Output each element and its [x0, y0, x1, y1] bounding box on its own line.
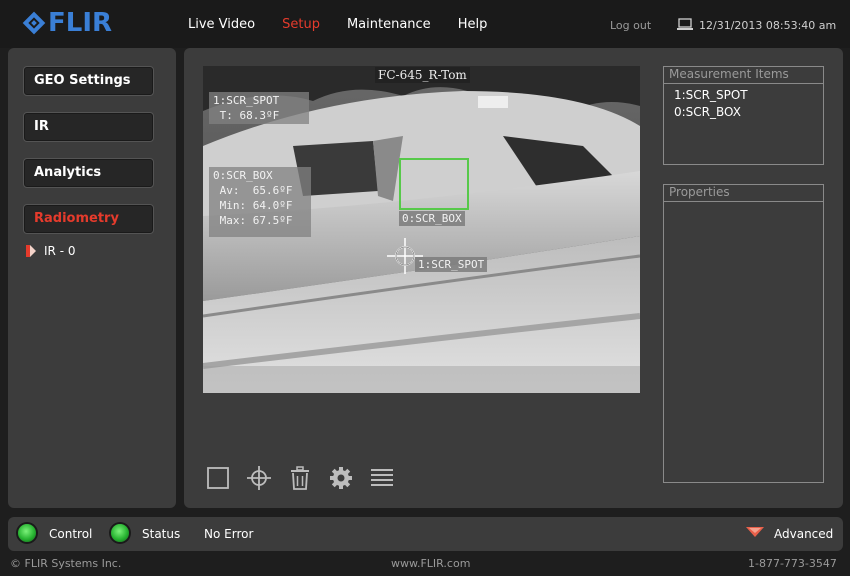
sidebar-item-ir[interactable]: IR — [23, 112, 154, 142]
sidebar-subitem-ir-0[interactable]: IR - 0 — [26, 244, 75, 258]
box-overlay: 0:SCR_BOX Av: 65.6ºF Min: 64.0ºF Max: 67… — [209, 167, 311, 237]
measurement-box-label: 0:SCR_BOX — [399, 211, 465, 226]
copyright: © FLIR Systems Inc. — [10, 557, 122, 570]
nav-maintenance[interactable]: Maintenance — [347, 17, 431, 32]
thermal-video[interactable]: FC-645_R-Tom 1:SCR_SPOT T: 68.3ºF 0:SCR_… — [203, 66, 640, 393]
box-overlay-avg: Av: 65.6ºF — [213, 184, 293, 197]
header: FLIR Live Video Setup Maintenance Help L… — [0, 0, 850, 48]
measurement-spot-label: 1:SCR_SPOT — [415, 257, 488, 272]
sidebar-item-geo-settings[interactable]: GEO Settings — [23, 66, 154, 96]
status-led-icon — [111, 524, 129, 542]
status-bar: Control Status No Error Advanced — [8, 517, 843, 551]
flir-diamond-icon — [22, 11, 46, 35]
sidebar-item-analytics[interactable]: Analytics — [23, 158, 154, 188]
main-nav: Live Video Setup Maintenance Help — [188, 17, 514, 32]
measurement-item-box[interactable]: 0:SCR_BOX — [674, 104, 823, 121]
sidebar-subitem-label: IR - 0 — [44, 244, 76, 258]
nav-help[interactable]: Help — [458, 17, 488, 32]
box-overlay-min: Min: 64.0ºF — [213, 199, 293, 212]
box-tool-icon[interactable] — [206, 466, 230, 490]
status-label: Status — [142, 527, 181, 541]
nav-setup[interactable]: Setup — [282, 17, 320, 32]
datetime: 12/31/2013 08:53:40 am — [699, 19, 837, 32]
advanced-chevron-icon[interactable] — [745, 526, 765, 538]
main-panel: FC-645_R-Tom 1:SCR_SPOT T: 68.3ºF 0:SCR_… — [184, 48, 843, 508]
properties-title: Properties — [664, 185, 823, 202]
measurement-toolbar — [206, 466, 411, 490]
measurement-items-list: 1:SCR_SPOT 0:SCR_BOX — [664, 84, 823, 121]
list-icon[interactable] — [370, 466, 394, 490]
sidebar: GEO Settings IR Analytics Radiometry IR … — [8, 48, 176, 508]
measurement-items-panel: Measurement Items 1:SCR_SPOT 0:SCR_BOX — [663, 66, 824, 165]
box-overlay-title: 0:SCR_BOX — [213, 169, 273, 182]
error-text: No Error — [204, 527, 254, 541]
channel-arrow-icon — [26, 245, 36, 257]
laptop-icon — [677, 18, 693, 30]
measurement-item-spot[interactable]: 1:SCR_SPOT — [674, 87, 823, 104]
gear-icon[interactable] — [329, 466, 353, 490]
flir-logo: FLIR — [22, 6, 112, 40]
spot-overlay: 1:SCR_SPOT T: 68.3ºF — [209, 92, 309, 124]
logout-link[interactable]: Log out — [610, 19, 651, 32]
control-led-icon — [18, 524, 36, 542]
properties-panel: Properties — [663, 184, 824, 483]
spot-tool-icon[interactable] — [247, 466, 271, 490]
camera-title: FC-645_R-Tom — [375, 67, 470, 83]
logo-text: FLIR — [48, 8, 113, 38]
advanced-toggle[interactable]: Advanced — [774, 527, 833, 541]
spot-overlay-temp: T: 68.3ºF — [213, 109, 280, 122]
spot-overlay-title: 1:SCR_SPOT — [213, 94, 280, 107]
box-overlay-max: Max: 67.5ºF — [213, 214, 293, 227]
phone-number: 1-877-773-3547 — [748, 557, 837, 570]
website-link[interactable]: www.FLIR.com — [391, 557, 470, 570]
control-label: Control — [49, 527, 93, 541]
measurement-box[interactable] — [399, 158, 469, 210]
nav-live-video[interactable]: Live Video — [188, 17, 255, 32]
trash-icon[interactable] — [288, 466, 312, 490]
sidebar-item-radiometry[interactable]: Radiometry — [23, 204, 154, 234]
measurement-items-title: Measurement Items — [664, 67, 823, 84]
